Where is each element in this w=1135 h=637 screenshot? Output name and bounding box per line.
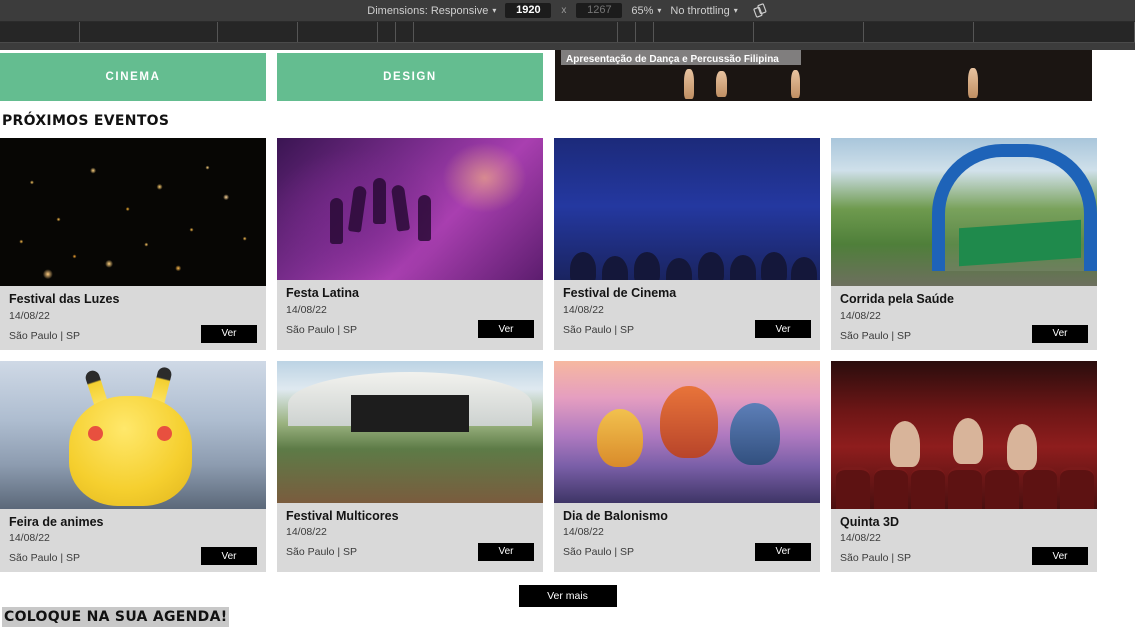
event-title: Festival das Luzes (9, 292, 120, 306)
lanterns-art (0, 138, 266, 286)
event-card[interactable]: Dia de Balonismo 14/08/22 São Paulo | SP… (554, 360, 820, 573)
event-card-body: Quinta 3D 14/08/22 São Paulo | SP Ver (831, 509, 1097, 573)
tab-cell[interactable] (80, 22, 218, 42)
page-viewport: CINEMA DESIGN Apresentação de Dança e Pe… (0, 50, 1135, 637)
festival-art (277, 360, 543, 503)
hero-caption: Apresentação de Dança e Percussão Filipi… (561, 50, 801, 65)
event-card[interactable]: Quinta 3D 14/08/22 São Paulo | SP Ver (831, 360, 1097, 573)
event-title: Corrida pela Saúde (840, 292, 954, 306)
browser-tab-strip (0, 22, 1135, 43)
event-card[interactable]: Festival Multicores 14/08/22 São Paulo |… (277, 360, 543, 573)
load-more-button[interactable]: Ver mais (518, 585, 617, 608)
throttling-label: No throttling (670, 4, 730, 17)
tab-cell[interactable] (218, 22, 298, 42)
event-card-body: Festival das Luzes 14/08/22 São Paulo | … (0, 286, 266, 350)
load-more-wrapper: Ver mais (0, 572, 1135, 608)
category-card-cinema[interactable]: CINEMA (0, 53, 266, 101)
event-card-body: Dia de Balonismo 14/08/22 São Paulo | SP… (554, 503, 820, 568)
tab-cell[interactable] (0, 22, 80, 42)
event-title: Dia de Balonismo (563, 508, 668, 523)
race-art (831, 138, 1097, 286)
event-view-button[interactable]: Ver (478, 542, 534, 561)
event-thumbnail (831, 360, 1097, 509)
top-strip: CINEMA DESIGN Apresentação de Dança e Pe… (0, 50, 1135, 102)
event-date: 14/08/22 (840, 532, 881, 545)
cinema-3d-art (831, 360, 1097, 509)
event-title: Festival de Cinema (563, 286, 677, 300)
event-title: Festa Latina (286, 286, 359, 300)
zoom-value: 65% (631, 4, 654, 17)
event-card-body: Festival Multicores 14/08/22 São Paulo |… (277, 503, 543, 568)
event-thumbnail (554, 138, 820, 280)
event-view-button[interactable]: Ver (755, 542, 811, 561)
category-label: CINEMA (105, 71, 161, 83)
event-view-button[interactable]: Ver (201, 324, 257, 343)
dimensions-selector[interactable]: Dimensions: Responsive ▾ (367, 5, 496, 17)
event-title: Festival Multicores (286, 508, 399, 523)
event-card[interactable]: Festival de Cinema 14/08/22 São Paulo | … (554, 138, 820, 350)
tab-cell[interactable] (378, 22, 396, 42)
event-date: 14/08/22 (286, 526, 327, 539)
event-view-button[interactable]: Ver (201, 547, 257, 566)
height-input[interactable] (576, 3, 623, 18)
event-card[interactable]: Festival das Luzes 14/08/22 São Paulo | … (0, 138, 266, 350)
devtools-emulation-toolbar: Dimensions: Responsive ▾ x 65% ▾ No thro… (0, 0, 1135, 22)
tab-cell[interactable] (618, 22, 636, 42)
event-date: 14/08/22 (9, 309, 50, 322)
pikachu-art (0, 360, 266, 509)
event-card-body: Festa Latina 14/08/22 São Paulo | SP Ver (277, 280, 543, 345)
event-date: 14/08/22 (840, 309, 881, 322)
tab-cell[interactable] (974, 22, 1135, 42)
dimensions-label: Dimensions: Responsive (367, 4, 489, 17)
event-date: 14/08/22 (563, 526, 604, 539)
toolbar-gap (0, 43, 1135, 50)
event-card[interactable]: Festa Latina 14/08/22 São Paulo | SP Ver (277, 138, 543, 350)
dimension-separator: x (561, 5, 567, 16)
event-view-button[interactable]: Ver (1032, 324, 1088, 343)
events-grid: Festival das Luzes 14/08/22 São Paulo | … (0, 138, 1135, 573)
event-title: Quinta 3D (840, 514, 900, 529)
chevron-down-icon: ▾ (733, 5, 738, 15)
event-card[interactable]: Corrida pela Saúde 14/08/22 São Paulo | … (831, 138, 1097, 350)
cinema-audience-art (554, 138, 820, 280)
concert-art (277, 138, 543, 280)
section-title-agenda: COLOQUE NA SUA AGENDA! (2, 607, 230, 628)
tab-cell[interactable] (754, 22, 864, 42)
chevron-down-icon: ▾ (492, 5, 497, 15)
event-thumbnail (277, 360, 543, 503)
tab-cell[interactable] (414, 22, 618, 42)
event-date: 14/08/22 (9, 532, 50, 545)
event-view-button[interactable]: Ver (755, 320, 811, 338)
event-thumbnail (0, 360, 266, 509)
tab-cell[interactable] (396, 22, 414, 42)
event-view-button[interactable]: Ver (1032, 547, 1088, 566)
event-card-body: Feira de animes 14/08/22 São Paulo | SP … (0, 509, 266, 573)
event-thumbnail (0, 138, 266, 286)
event-card[interactable]: Feira de animes 14/08/22 São Paulo | SP … (0, 360, 266, 573)
tab-cell[interactable] (298, 22, 378, 42)
balloons-art (554, 360, 820, 503)
event-thumbnail (831, 138, 1097, 286)
hero-banner[interactable]: Apresentação de Dança e Percussão Filipi… (555, 50, 1092, 101)
event-title: Feira de animes (9, 514, 104, 529)
event-thumbnail (554, 360, 820, 503)
event-date: 14/08/22 (563, 303, 604, 316)
width-input[interactable] (505, 3, 552, 18)
throttling-selector[interactable]: No throttling ▾ (670, 5, 737, 17)
rotate-device-icon[interactable] (753, 3, 768, 18)
event-date: 14/08/22 (286, 303, 327, 316)
event-view-button[interactable]: Ver (478, 320, 534, 338)
event-card-body: Corrida pela Saúde 14/08/22 São Paulo | … (831, 286, 1097, 350)
tab-cell[interactable] (636, 22, 654, 42)
chevron-down-icon: ▾ (657, 5, 662, 15)
category-label: DESIGN (383, 71, 437, 83)
section-title-upcoming: PRÓXIMOS EVENTOS (2, 113, 170, 129)
category-card-design[interactable]: DESIGN (277, 53, 543, 101)
tab-cell[interactable] (654, 22, 754, 42)
tab-cell[interactable] (864, 22, 974, 42)
event-card-body: Festival de Cinema 14/08/22 São Paulo | … (554, 280, 820, 345)
event-thumbnail (277, 138, 543, 280)
zoom-selector[interactable]: 65% ▾ (631, 5, 661, 17)
